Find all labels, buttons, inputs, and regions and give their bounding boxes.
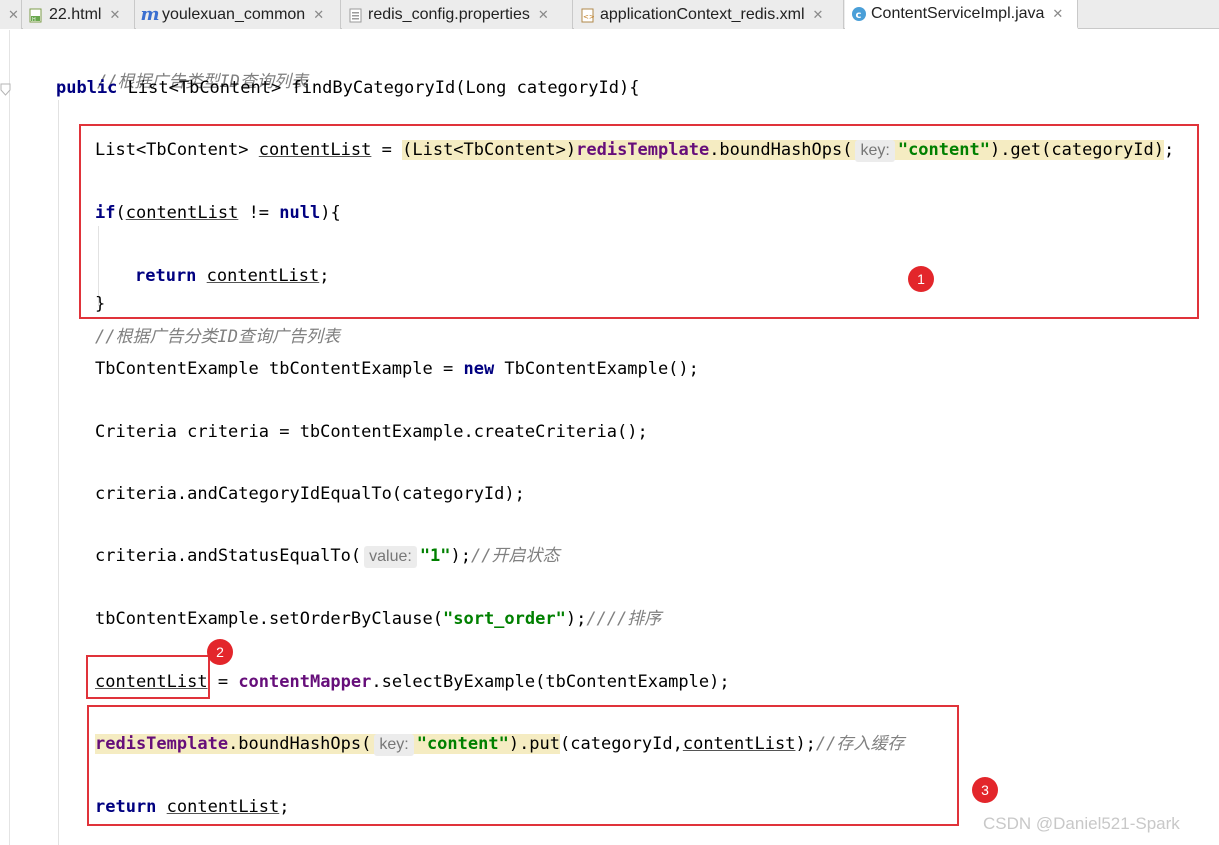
tab-label: 22.html xyxy=(49,5,102,23)
annotation-badge-1: 1 xyxy=(908,266,934,292)
annotation-box-3 xyxy=(87,705,959,826)
html-file-icon: H xyxy=(29,7,45,23)
code-line-method-signature: public List<TbContent> findByCategoryId(… xyxy=(56,75,639,101)
tab-label: youlexuan_common xyxy=(162,5,306,23)
string-literal: "1" xyxy=(419,546,451,566)
code-line-category-filter: criteria.andCategoryIdEqualTo(categoryId… xyxy=(95,481,525,507)
string-literal: "sort_order" xyxy=(443,609,566,629)
fold-marker-icon[interactable] xyxy=(0,82,12,101)
tab-overflow-close[interactable]: ✕ xyxy=(0,0,22,29)
code-line-order-by: tbContentExample.setOrderByClause("sort_… xyxy=(95,606,661,632)
tab-youlexuan-common[interactable]: m youlexuan_common ✕ xyxy=(136,0,341,29)
close-icon[interactable]: ✕ xyxy=(1052,6,1063,22)
code-text: ); xyxy=(450,546,472,566)
method-text: findByCategoryId(Long categoryId){ xyxy=(291,78,640,98)
code-line-comment: //根据广告分类ID查询广告列表 xyxy=(95,324,340,350)
close-icon[interactable]: ✕ xyxy=(538,7,549,23)
comment-text: //开启状态 xyxy=(471,546,560,566)
operator: = xyxy=(207,672,239,692)
watermark-text: CSDN @Daniel521-Spark xyxy=(983,814,1180,833)
annotation-box-2 xyxy=(86,655,210,699)
code-text: .selectByExample(tbContentExample); xyxy=(371,672,730,692)
comment-text: ////排序 xyxy=(586,609,662,629)
gutter-divider xyxy=(9,30,10,845)
code-text: Criteria criteria = tbContentExample.cre… xyxy=(95,422,648,442)
code-text: criteria.andStatusEqualTo( xyxy=(95,546,362,566)
tab-applicationcontext-redis-xml[interactable]: <> applicationContext_redis.xml ✕ xyxy=(574,0,844,29)
code-text: TbContentExample(); xyxy=(494,359,699,379)
tab-label: ContentServiceImpl.java xyxy=(871,4,1045,22)
code-line-create-criteria: Criteria criteria = tbContentExample.cre… xyxy=(95,419,648,445)
close-icon[interactable]: ✕ xyxy=(313,7,324,23)
code-text: ); xyxy=(565,609,587,629)
code-text: TbContentExample tbContentExample = xyxy=(95,359,464,379)
annotation-badge-2: 2 xyxy=(207,639,233,665)
close-icon[interactable]: ✕ xyxy=(813,7,824,23)
svg-text:H: H xyxy=(32,17,36,23)
maven-module-icon: m xyxy=(140,4,160,25)
code-text: tbContentExample.setOrderByClause( xyxy=(95,609,443,629)
svg-text:c: c xyxy=(856,10,862,21)
close-icon[interactable]: ✕ xyxy=(8,7,19,23)
keyword: new xyxy=(463,359,495,379)
code-line-new-example: TbContentExample tbContentExample = new … xyxy=(95,356,699,382)
close-icon[interactable]: ✕ xyxy=(109,7,120,23)
code-text: criteria.andCategoryIdEqualTo(categoryId… xyxy=(95,484,525,504)
tab-22-html[interactable]: H 22.html ✕ xyxy=(23,0,135,29)
code-line-status-filter: criteria.andStatusEqualTo(value: "1");//开… xyxy=(95,543,560,569)
type-text: List<TbContent> xyxy=(127,78,282,98)
tab-label: applicationContext_redis.xml xyxy=(600,5,805,23)
editor-tab-bar: ✕ H 22.html ✕ m youlexuan_common ✕ redis… xyxy=(0,0,1219,29)
param-hint: value: xyxy=(364,546,417,568)
keyword: public xyxy=(56,78,118,98)
xml-file-icon: <> xyxy=(580,7,596,23)
java-class-icon: c xyxy=(851,6,867,22)
tab-redis-config-properties[interactable]: redis_config.properties ✕ xyxy=(342,0,573,29)
annotation-badge-3: 3 xyxy=(972,777,998,803)
annotation-box-1 xyxy=(79,124,1199,319)
tab-label: redis_config.properties xyxy=(368,5,530,23)
svg-text:<>: <> xyxy=(583,13,595,21)
comment-text: //根据广告分类ID查询广告列表 xyxy=(95,327,340,347)
properties-file-icon xyxy=(348,7,364,23)
tab-contentserviceimpl-java[interactable]: c ContentServiceImpl.java ✕ xyxy=(845,0,1078,29)
indent-guide xyxy=(58,100,59,845)
code-line-comment: //根据广告类型ID查询列表 xyxy=(56,43,308,92)
field-contentmapper: contentMapper xyxy=(238,672,372,692)
